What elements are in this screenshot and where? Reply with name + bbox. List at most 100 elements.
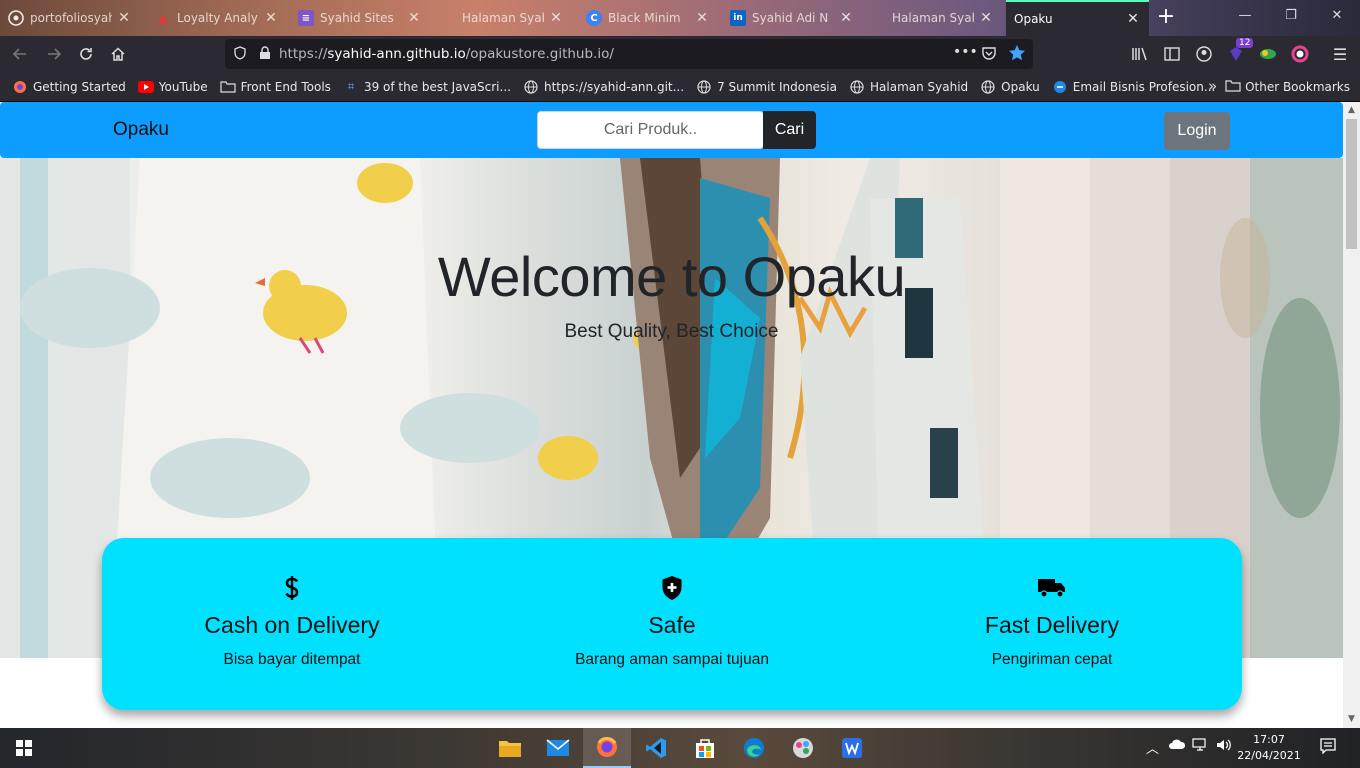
back-button[interactable] bbox=[6, 40, 34, 68]
tab-black-minimal[interactable]: C Black Minim ✕ bbox=[578, 2, 718, 34]
home-button[interactable] bbox=[104, 40, 132, 68]
bookmark-other-bookmarks[interactable]: Other Bookmarks bbox=[1225, 79, 1350, 95]
page-actions-icon[interactable]: ••• bbox=[953, 44, 978, 60]
taskbar-clock[interactable]: 17:07 22/04/2021 bbox=[1236, 732, 1302, 764]
menu-icon[interactable]: ☰ bbox=[1330, 44, 1350, 64]
url-path: /opakustore.github.io/ bbox=[465, 46, 614, 62]
truck-icon bbox=[1038, 574, 1066, 602]
chevron-double-right-icon[interactable]: » bbox=[1208, 77, 1217, 95]
clock-date: 22/04/2021 bbox=[1237, 749, 1301, 762]
sidebar-icon[interactable] bbox=[1162, 44, 1182, 64]
bookmark-label: https://syahid-ann.git... bbox=[543, 79, 685, 94]
extension-colorful-icon[interactable] bbox=[1258, 44, 1278, 64]
library-icon[interactable] bbox=[1130, 44, 1150, 64]
github-icon bbox=[8, 10, 24, 26]
paint-icon[interactable] bbox=[779, 728, 827, 768]
page-scrollbar[interactable]: ▲ ▼ bbox=[1343, 102, 1360, 728]
cloud-icon[interactable] bbox=[1168, 738, 1186, 754]
brand-logo[interactable]: Opaku bbox=[113, 119, 169, 141]
extension-icon[interactable]: 12 bbox=[1226, 38, 1254, 64]
file-explorer-icon[interactable] bbox=[486, 728, 534, 768]
close-icon[interactable]: ✕ bbox=[548, 10, 564, 26]
tab-title: Syahid Sites bbox=[320, 11, 394, 25]
edge-icon[interactable] bbox=[730, 728, 778, 768]
page-icon bbox=[440, 10, 456, 26]
account-icon[interactable] bbox=[1194, 44, 1214, 64]
close-icon[interactable]: ✕ bbox=[1125, 11, 1141, 27]
forward-button[interactable] bbox=[40, 40, 68, 68]
extension-badge: 12 bbox=[1236, 38, 1254, 48]
search-button[interactable]: Cari bbox=[763, 111, 816, 149]
maximize-button[interactable]: ❐ bbox=[1268, 0, 1314, 32]
url-text[interactable]: https://syahid-ann.github.io/opakustore.… bbox=[279, 46, 614, 62]
tab-portofoliosyah[interactable]: portofoliosyah ✕ bbox=[0, 2, 140, 34]
start-button[interactable] bbox=[0, 728, 48, 768]
close-icon[interactable]: ✕ bbox=[263, 10, 279, 26]
new-tab-button[interactable]: + bbox=[1152, 4, 1180, 32]
firefox-icon[interactable] bbox=[583, 728, 631, 768]
scroll-down-arrow[interactable]: ▼ bbox=[1343, 711, 1360, 728]
tab-halaman-syahid[interactable]: Halaman Syahid ✕ bbox=[432, 2, 572, 34]
canva-icon: C bbox=[586, 10, 602, 26]
mail-icon[interactable] bbox=[534, 728, 582, 768]
reload-button[interactable] bbox=[72, 40, 100, 68]
login-button[interactable]: Login bbox=[1164, 112, 1230, 150]
page-icon bbox=[870, 10, 886, 26]
bookmark-label: Getting Started bbox=[33, 79, 126, 94]
bookmark-label: Other Bookmarks bbox=[1245, 80, 1350, 94]
close-icon[interactable]: ✕ bbox=[838, 10, 854, 26]
close-icon[interactable]: ✕ bbox=[406, 10, 422, 26]
tab-title: Syahid Adi N bbox=[752, 11, 829, 25]
bookmark-javascript[interactable]: ⌗ 39 of the best JavaScri... bbox=[343, 79, 511, 95]
close-icon[interactable]: ✕ bbox=[116, 10, 132, 26]
bookmark-opaku[interactable]: Opaku bbox=[980, 79, 1040, 95]
search-input[interactable] bbox=[537, 111, 764, 149]
globe-icon bbox=[696, 79, 712, 95]
tab-opaku[interactable]: Opaku ✕ bbox=[1006, 0, 1149, 36]
bookmark-halaman-syahid[interactable]: Halaman Syahid bbox=[849, 79, 968, 95]
tab-title: portofoliosyah bbox=[30, 11, 112, 25]
feature-description: Barang aman sampai tujuan bbox=[575, 651, 769, 668]
scroll-thumb[interactable] bbox=[1346, 119, 1357, 249]
notifications-icon[interactable] bbox=[1320, 738, 1336, 758]
bookmark-youtube[interactable]: YouTube bbox=[137, 79, 208, 95]
bookmark-syahid-github[interactable]: https://syahid-ann.git... bbox=[523, 79, 684, 95]
close-icon[interactable]: ✕ bbox=[978, 10, 994, 26]
lock-icon[interactable] bbox=[259, 45, 271, 63]
feature-title: Fast Delivery bbox=[984, 612, 1120, 638]
hero-subtitle: Best Quality, Best Choice bbox=[564, 321, 779, 342]
feature-fast-delivery: Fast Delivery Pengiriman cepat bbox=[862, 538, 1242, 710]
tab-linkedin[interactable]: in Syahid Adi N ✕ bbox=[722, 2, 862, 34]
scroll-up-arrow[interactable]: ▲ bbox=[1343, 102, 1360, 119]
pocket-icon[interactable] bbox=[981, 45, 997, 64]
windows-taskbar: ︿ 17:07 22/04/2021 bbox=[0, 728, 1360, 768]
bookmark-star-icon[interactable] bbox=[1008, 44, 1026, 65]
writer-icon[interactable] bbox=[828, 728, 876, 768]
url-bar[interactable]: https://syahid-ann.github.io/opakustore.… bbox=[225, 39, 1033, 69]
site-navbar: Opaku Cari Login bbox=[0, 102, 1343, 158]
web-page: Opaku Cari Login bbox=[0, 102, 1343, 728]
store-icon[interactable] bbox=[681, 728, 729, 768]
bookmark-label: Email Bisnis Profesion... bbox=[1072, 79, 1216, 94]
bookmark-7-summit[interactable]: 7 Summit Indonesia bbox=[696, 79, 837, 95]
close-window-button[interactable]: ✕ bbox=[1314, 0, 1360, 32]
browser-tab-strip: portofoliosyah ✕ ▲ Loyalty Analy ✕ ≡ Sya… bbox=[0, 0, 1360, 36]
bookmark-label: YouTube bbox=[158, 79, 208, 94]
tab-loyalty-analysis[interactable]: ▲ Loyalty Analy ✕ bbox=[147, 2, 287, 34]
minimize-button[interactable]: — bbox=[1222, 0, 1268, 32]
tab-syahid-sites[interactable]: ≡ Syahid Sites ✕ bbox=[290, 2, 430, 34]
color-picker-icon[interactable] bbox=[1290, 44, 1310, 64]
bookmark-front-end-tools[interactable]: Front End Tools bbox=[219, 79, 331, 95]
vscode-icon[interactable] bbox=[632, 728, 680, 768]
loyalty-icon: ▲ bbox=[158, 11, 168, 25]
shield-icon[interactable] bbox=[233, 45, 247, 63]
close-icon[interactable]: ✕ bbox=[694, 10, 710, 26]
speaker-icon[interactable] bbox=[1216, 738, 1232, 756]
globe-icon bbox=[980, 79, 996, 95]
network-icon[interactable] bbox=[1192, 738, 1210, 756]
bookmark-getting-started[interactable]: Getting Started bbox=[12, 79, 126, 95]
tab-halaman-syahid-2[interactable]: Halaman Syahid ✕ bbox=[862, 2, 1002, 34]
chevron-up-icon[interactable]: ︿ bbox=[1146, 738, 1159, 757]
bookmark-label: 7 Summit Indonesia bbox=[717, 79, 837, 94]
bookmark-email-bisnis[interactable]: Email Bisnis Profesion... bbox=[1052, 79, 1216, 95]
